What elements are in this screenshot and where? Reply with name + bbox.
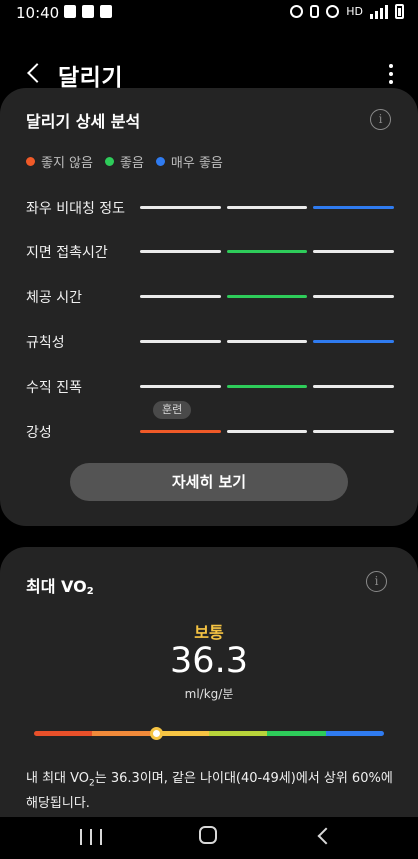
rating-legend: 좋지 않음 좋음 매우 좋음 xyxy=(26,152,223,171)
bluetooth-icon xyxy=(310,5,320,18)
scale-segment xyxy=(267,731,327,736)
nav-back-button[interactable] xyxy=(314,827,332,845)
battery-icon xyxy=(395,4,404,19)
vo2-description: 내 최대 VO2는 36.3이며, 같은 나이대(40-49세)에서 상위 60… xyxy=(26,771,393,811)
metric-label: 좌우 비대칭 정도 xyxy=(26,201,126,217)
running-analysis-card: 달리기 상세 분석 i 좋지 않음 좋음 매우 좋음 좌우 비대칭 정도지면 접촉시… xyxy=(0,88,418,526)
rating-segment xyxy=(313,295,394,298)
legend-item: 좋지 않음 xyxy=(26,152,93,171)
rating-segment xyxy=(227,206,307,209)
upload-icon xyxy=(64,5,76,18)
section-title: 최대 VO2 xyxy=(26,577,94,597)
info-icon[interactable]: i xyxy=(366,571,387,592)
rating-segment xyxy=(140,430,221,433)
metric-row: 좌우 비대칭 정도 xyxy=(0,196,418,220)
view-details-button[interactable]: 자세히 보기 xyxy=(70,463,348,501)
wifi-icon xyxy=(326,5,340,18)
home-button[interactable] xyxy=(199,826,217,844)
section-title: 달리기 상세 분석 xyxy=(26,112,141,131)
signal-icon xyxy=(370,4,388,19)
page-title: 달리기 xyxy=(58,65,123,91)
status-bar: 10:40 HD xyxy=(0,0,418,28)
metric-row: 체공 시간 xyxy=(0,285,418,309)
alarm-icon xyxy=(290,5,304,18)
rating-segment xyxy=(313,340,394,343)
phone-icon xyxy=(100,5,112,18)
metric-row: 지면 접촉시간 xyxy=(0,240,418,264)
metric-row: 강성 xyxy=(0,420,418,444)
rating-segment xyxy=(313,385,394,388)
metric-label: 체공 시간 xyxy=(26,290,82,306)
legend-dot-icon xyxy=(26,157,35,166)
network-label: HD xyxy=(346,5,363,18)
recent-apps-button[interactable] xyxy=(80,829,102,845)
metric-row: 규칙성 xyxy=(0,330,418,354)
legend-label: 매우 좋음 xyxy=(170,156,223,171)
rating-segment xyxy=(313,430,394,433)
legend-label: 좋음 xyxy=(119,156,144,171)
legend-item: 좋음 xyxy=(104,152,144,171)
status-time: 10:40 xyxy=(16,4,60,22)
vo2-level: 보통 xyxy=(194,623,224,642)
rating-segment xyxy=(313,250,394,253)
more-options-button[interactable] xyxy=(388,64,394,84)
rating-segment xyxy=(227,250,307,253)
legend-dot-icon xyxy=(104,157,114,166)
scale-segment xyxy=(92,731,152,736)
rating-segment xyxy=(140,295,221,298)
rating-segment xyxy=(227,430,307,433)
vo2-scale-bar xyxy=(34,727,385,740)
scale-segment xyxy=(325,731,385,736)
legend-item: 매우 좋음 xyxy=(155,152,223,171)
rating-segment xyxy=(227,340,307,343)
vo2-scale-marker xyxy=(150,727,164,740)
rating-segment xyxy=(140,206,221,209)
metric-label: 강성 xyxy=(26,425,52,441)
more-vert-icon xyxy=(389,64,393,68)
vo2max-card: 최대 VO2 i 보통 36.3 ml/kg/분 내 최대 VO2는 36.3이… xyxy=(0,547,418,817)
rating-segment xyxy=(140,340,221,343)
vo2-value: 36.3 xyxy=(170,641,248,681)
legend-dot-icon xyxy=(155,157,165,166)
rating-segment xyxy=(140,385,221,388)
vo2-unit: ml/kg/분 xyxy=(184,687,234,701)
rating-segment xyxy=(227,385,307,388)
rating-segment xyxy=(313,206,394,209)
info-icon[interactable]: i xyxy=(370,109,391,130)
legend-label: 좋지 않음 xyxy=(41,156,93,171)
back-button[interactable] xyxy=(22,60,48,86)
scale-segment xyxy=(34,731,93,736)
metric-label: 수직 진폭 xyxy=(26,380,82,396)
system-nav-bar xyxy=(0,817,418,859)
rating-segment xyxy=(140,250,221,253)
scale-segment xyxy=(209,731,268,736)
metric-label: 규칙성 xyxy=(26,335,65,351)
rating-segment xyxy=(227,295,307,298)
metric-row: 수직 진폭 xyxy=(0,375,418,399)
image-icon xyxy=(82,5,94,18)
metric-label: 지면 접촉시간 xyxy=(26,245,108,261)
training-tooltip: 훈련 xyxy=(153,401,192,419)
